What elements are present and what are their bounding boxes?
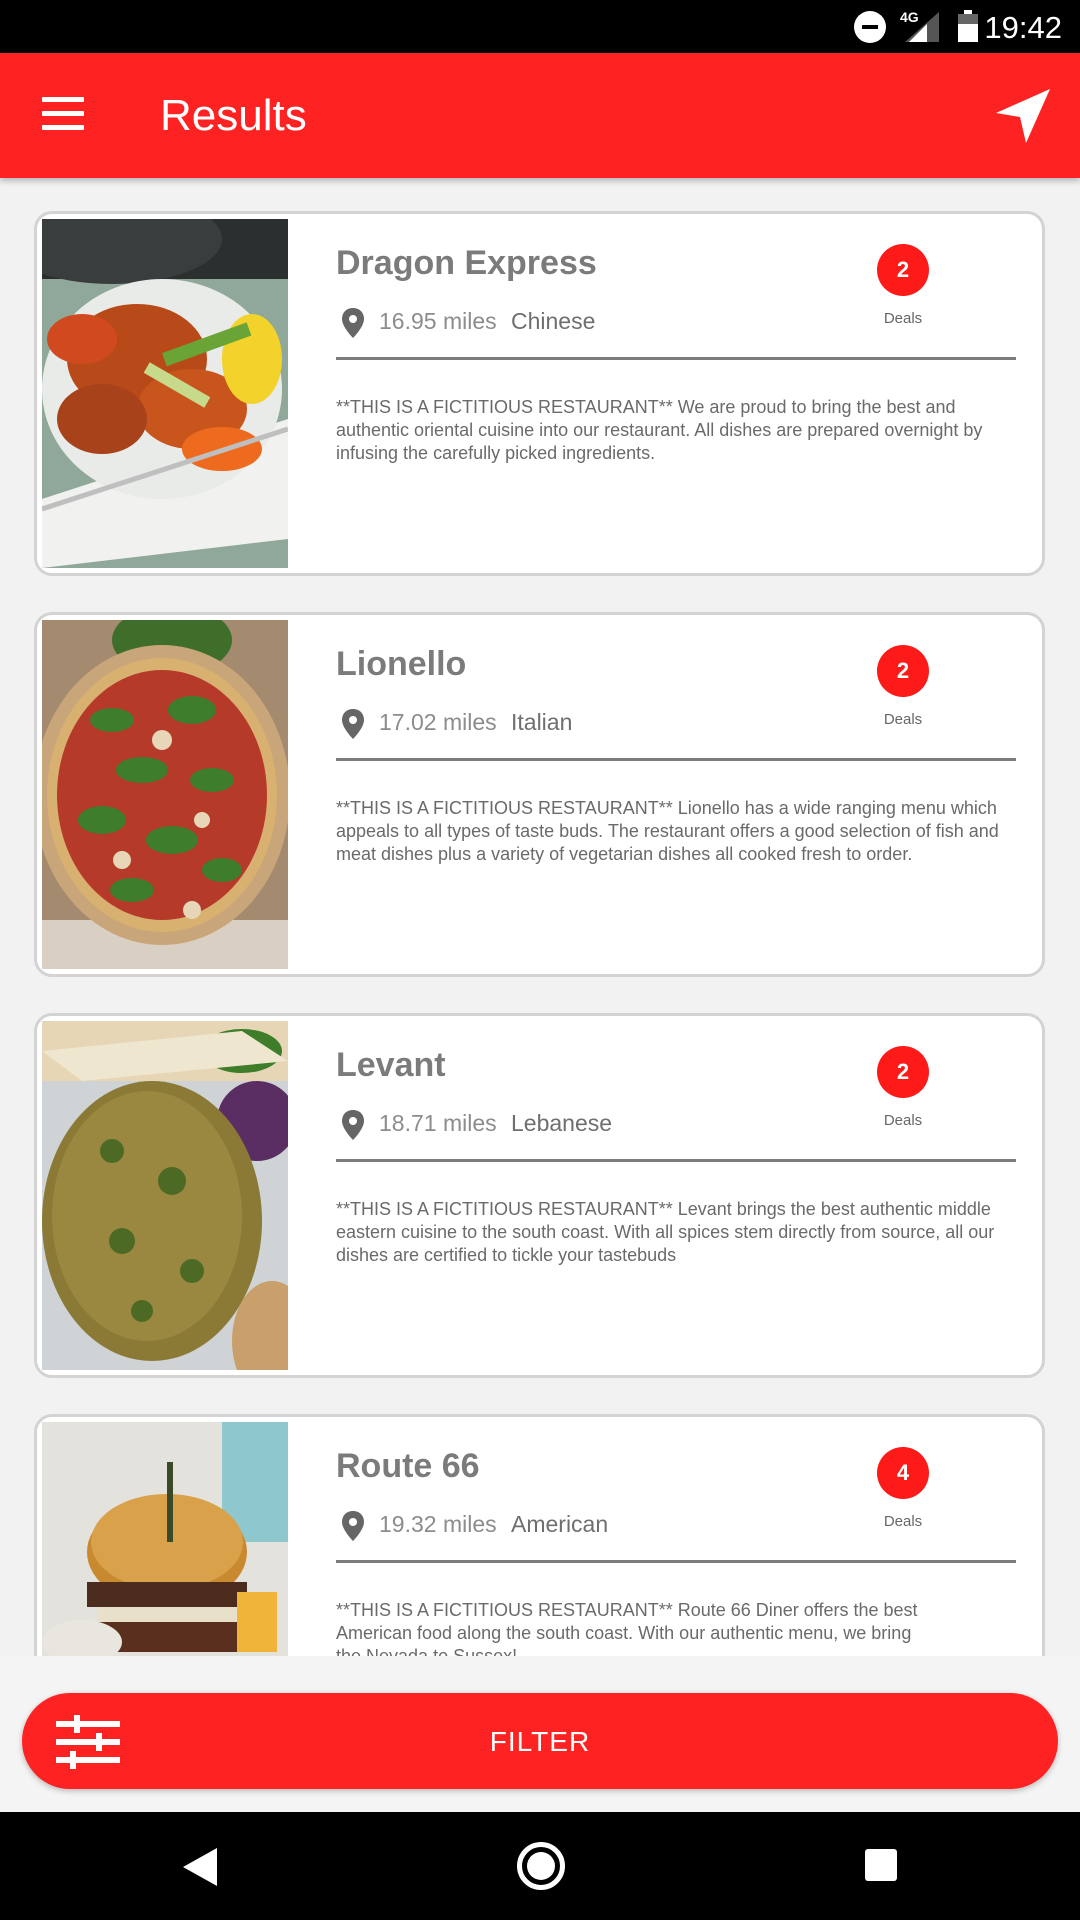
filter-label: FILTER bbox=[489, 1726, 591, 1757]
divider bbox=[336, 1159, 1016, 1162]
restaurant-distance: 16.95 miles bbox=[379, 308, 497, 334]
divider bbox=[336, 758, 1016, 761]
restaurant-photo bbox=[42, 219, 288, 568]
deals-count-badge: 2 bbox=[877, 645, 929, 697]
location-pin-icon bbox=[342, 1511, 364, 1541]
restaurant-photo bbox=[42, 1422, 288, 1656]
filter-button[interactable]: FILTER bbox=[22, 1693, 1058, 1789]
location-pin-icon bbox=[342, 308, 364, 338]
restaurant-photo bbox=[42, 1021, 288, 1370]
deals-count-badge: 2 bbox=[877, 244, 929, 296]
restaurant-cuisine: American bbox=[511, 1511, 609, 1537]
restaurant-cuisine: Italian bbox=[511, 709, 573, 735]
clock: 19:42 bbox=[984, 10, 1062, 45]
deals-label: Deals bbox=[883, 711, 923, 728]
restaurant-distance: 19.32 miles bbox=[379, 1511, 497, 1537]
restaurant-distance: 17.02 miles bbox=[379, 709, 497, 735]
restaurant-description: **THIS IS A FICTITIOUS RESTAURANT** Lion… bbox=[336, 798, 999, 864]
deals-label: Deals bbox=[883, 310, 923, 327]
cell-signal-icon bbox=[905, 12, 939, 42]
restaurant-cuisine: Lebanese bbox=[511, 1110, 613, 1136]
recents-icon[interactable] bbox=[865, 1849, 897, 1881]
restaurant-photo bbox=[42, 620, 288, 969]
restaurant-description: **THIS IS A FICTITIOUS RESTAURANT** Rout… bbox=[336, 1600, 918, 1656]
deals-label: Deals bbox=[883, 1112, 923, 1129]
restaurant-card[interactable]: Levant 18.71 miles Lebanese 2 Deals **TH… bbox=[34, 1013, 1045, 1378]
restaurant-name: Route 66 bbox=[336, 1447, 480, 1485]
restaurant-card[interactable]: Route 66 19.32 miles American 4 Deals **… bbox=[34, 1414, 1045, 1656]
location-pin-icon bbox=[342, 1110, 364, 1140]
divider bbox=[336, 1560, 1016, 1563]
battery-icon bbox=[958, 10, 978, 42]
filter-bar: FILTER bbox=[0, 1656, 1080, 1812]
restaurant-card[interactable]: Dragon Express 16.95 miles Chinese 2 Dea… bbox=[34, 211, 1045, 576]
results-list[interactable]: Dragon Express 16.95 miles Chinese 2 Dea… bbox=[0, 178, 1080, 1656]
app-bar: Results bbox=[0, 53, 1080, 178]
deals-label: Deals bbox=[883, 1513, 923, 1530]
back-icon[interactable] bbox=[183, 1848, 219, 1886]
restaurant-cuisine: Chinese bbox=[511, 308, 596, 334]
location-pin-icon bbox=[342, 709, 364, 739]
restaurant-name: Dragon Express bbox=[336, 244, 597, 282]
divider bbox=[336, 357, 1016, 360]
restaurant-description: **THIS IS A FICTITIOUS RESTAURANT** We a… bbox=[336, 397, 983, 463]
restaurant-distance: 18.71 miles bbox=[379, 1110, 497, 1136]
restaurant-description: **THIS IS A FICTITIOUS RESTAURANT** Leva… bbox=[336, 1199, 995, 1265]
deals-count-badge: 2 bbox=[877, 1046, 929, 1098]
restaurant-card[interactable]: Lionello 17.02 miles Italian 2 Deals **T… bbox=[34, 612, 1045, 977]
hamburger-menu-icon[interactable] bbox=[30, 93, 94, 139]
do-not-disturb-icon bbox=[854, 11, 886, 43]
navigation-arrow-icon[interactable] bbox=[990, 83, 1056, 149]
system-nav-bar bbox=[0, 1812, 1080, 1920]
home-icon[interactable] bbox=[517, 1842, 565, 1890]
deals-count-badge: 4 bbox=[877, 1447, 929, 1499]
status-bar: 4G 19:42 bbox=[0, 0, 1080, 53]
restaurant-name: Levant bbox=[336, 1046, 446, 1084]
page-title: Results bbox=[160, 91, 307, 140]
restaurant-name: Lionello bbox=[336, 645, 467, 683]
